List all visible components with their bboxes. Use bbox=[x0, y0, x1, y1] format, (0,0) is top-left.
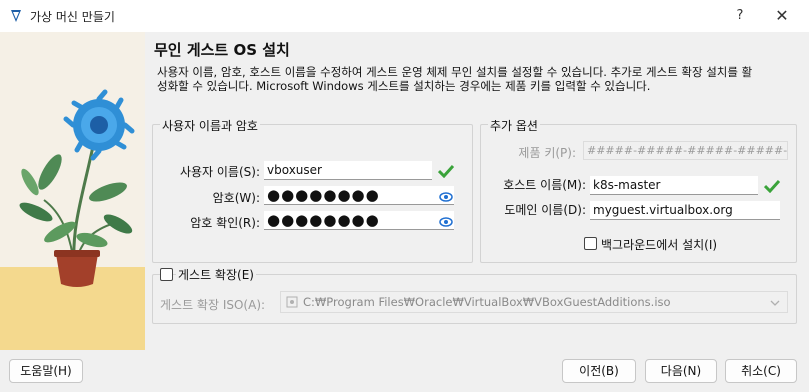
hostname-field[interactable] bbox=[590, 176, 758, 195]
page-title: 무인 게스트 OS 설치 bbox=[154, 41, 290, 59]
valid-check-icon bbox=[438, 164, 454, 178]
close-icon[interactable]: ✕ bbox=[770, 4, 794, 28]
show-password-eye-icon[interactable] bbox=[439, 190, 453, 204]
show-confirm-password-eye-icon[interactable] bbox=[439, 215, 453, 229]
help-button[interactable]: 도움말(H) bbox=[9, 359, 83, 383]
username-label: 사용자 이름(S): bbox=[179, 165, 260, 179]
user-password-group-title: 사용자 이름과 암호 bbox=[160, 117, 260, 134]
page-description: 사용자 이름, 암호, 호스트 이름을 수정하여 게스트 운영 체제 무인 설치… bbox=[157, 65, 753, 93]
wizard-illustration bbox=[0, 32, 145, 350]
hostname-label: 호스트 이름(M): bbox=[503, 178, 586, 192]
guest-additions-iso-label: 게스트 확장 ISO(A): bbox=[160, 298, 266, 312]
confirm-password-field[interactable] bbox=[264, 211, 454, 230]
guest-additions-iso-path: C:₩Program Files₩Oracle₩VirtualBox₩VBoxG… bbox=[303, 295, 671, 309]
back-button[interactable]: 이전(B) bbox=[562, 359, 636, 383]
help-icon[interactable]: ? bbox=[728, 4, 752, 28]
product-key-label: 제품 키(P): bbox=[518, 146, 576, 160]
domain-label: 도메인 이름(D): bbox=[504, 203, 586, 217]
username-field[interactable] bbox=[264, 161, 432, 180]
guest-additions-checkbox[interactable] bbox=[160, 268, 173, 281]
domain-field[interactable] bbox=[590, 201, 780, 220]
button-bar: 도움말(H) 이전(B) 다음(N) 취소(C) bbox=[0, 350, 809, 392]
chevron-down-icon[interactable] bbox=[770, 300, 780, 306]
confirm-password-label: 암호 확인(R): bbox=[190, 216, 260, 230]
password-field[interactable] bbox=[264, 186, 454, 205]
disc-file-icon bbox=[286, 296, 298, 308]
background-install-label[interactable]: 백그라운드에서 설치(I) bbox=[601, 236, 717, 253]
flower-shape bbox=[63, 89, 135, 161]
title-bar: 가상 머신 만들기 ? ✕ bbox=[0, 0, 809, 32]
virtualbox-app-icon bbox=[11, 10, 21, 22]
password-label: 암호(W): bbox=[212, 191, 260, 205]
guest-additions-label[interactable]: 게스트 확장(E) bbox=[176, 266, 256, 283]
hostname-valid-check-icon bbox=[764, 179, 780, 193]
next-button[interactable]: 다음(N) bbox=[645, 359, 717, 383]
product-key-field[interactable] bbox=[583, 141, 788, 160]
additional-options-group-title: 추가 옵션 bbox=[488, 117, 540, 134]
window-title: 가상 머신 만들기 bbox=[30, 10, 115, 24]
background-install-checkbox[interactable] bbox=[584, 237, 597, 250]
guest-additions-iso-combo[interactable]: C:₩Program Files₩Oracle₩VirtualBox₩VBoxG… bbox=[280, 291, 788, 313]
cancel-button[interactable]: 취소(C) bbox=[725, 359, 797, 383]
create-vm-dialog: 가상 머신 만들기 ? ✕ 무인 게스트 OS 설치 사용자 이름, 암호, 호… bbox=[0, 0, 809, 392]
